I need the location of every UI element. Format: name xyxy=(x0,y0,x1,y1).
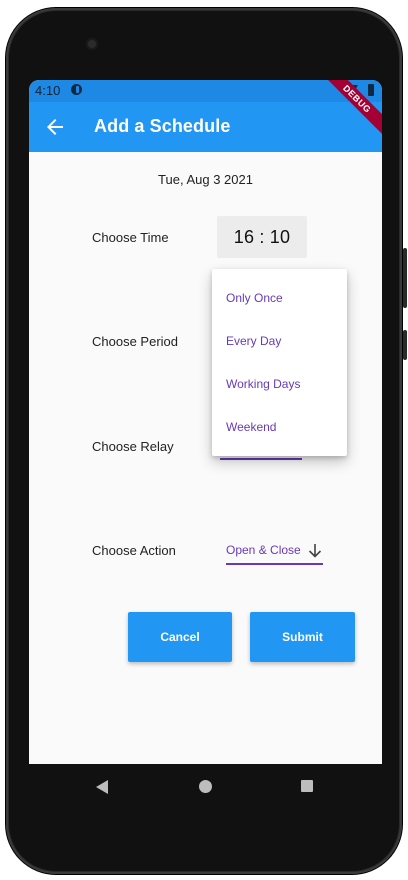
front-camera xyxy=(86,38,98,50)
choose-relay-label: Choose Relay xyxy=(92,439,174,454)
back-arrow-icon[interactable] xyxy=(43,115,67,139)
choose-action-label: Choose Action xyxy=(92,543,176,558)
choose-time-label: Choose Time xyxy=(92,230,169,245)
data-saver-icon xyxy=(71,84,82,95)
app-bar: Add a Schedule xyxy=(29,102,382,152)
nav-recents-icon[interactable] xyxy=(301,780,313,792)
status-time: 4:10 xyxy=(35,83,61,98)
period-option-every-day[interactable]: Every Day xyxy=(226,334,281,348)
choose-period-label: Choose Period xyxy=(92,334,178,349)
action-dropdown-value: Open & Close xyxy=(226,543,301,557)
schedule-date: Tue, Aug 3 2021 xyxy=(158,172,253,187)
power-button xyxy=(403,330,407,360)
nav-home-icon[interactable] xyxy=(199,780,212,793)
status-bar: 4:10 xyxy=(29,80,382,102)
relay-dropdown-underline[interactable] xyxy=(220,458,302,460)
page-title: Add a Schedule xyxy=(94,116,231,136)
cancel-button[interactable]: Cancel xyxy=(128,612,232,662)
system-nav-bar xyxy=(29,764,382,808)
period-option-working-days[interactable]: Working Days xyxy=(226,377,300,391)
nav-back-icon[interactable] xyxy=(96,780,108,794)
action-dropdown-underline xyxy=(226,563,323,565)
period-option-only-once[interactable]: Only Once xyxy=(226,291,283,305)
period-dropdown-menu: Only Once Every Day Working Days Weekend xyxy=(212,269,347,456)
app-screen: 4:10 Add a Schedule DEBUG Tue, Aug 3 202… xyxy=(29,80,382,764)
arrow-down-icon xyxy=(308,544,322,558)
period-option-weekend[interactable]: Weekend xyxy=(226,420,276,434)
volume-button xyxy=(403,248,407,308)
time-picker-button[interactable]: 16 : 10 xyxy=(217,216,307,258)
action-dropdown[interactable]: Open & Close xyxy=(226,540,324,565)
submit-button[interactable]: Submit xyxy=(250,612,355,662)
battery-icon xyxy=(368,84,374,96)
